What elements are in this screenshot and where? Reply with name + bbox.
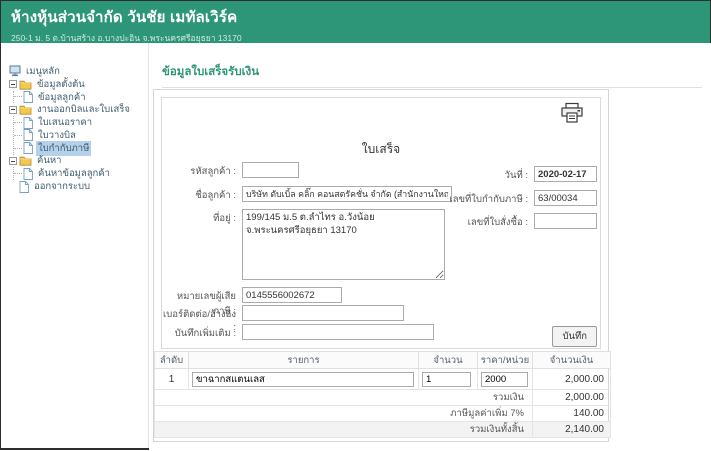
sidebar-item-label: ออกจากระบบ: [32, 179, 92, 194]
grand-total-label: รวมเงินทั้งสิ้น: [155, 422, 533, 438]
sidebar-item-tax-invoice[interactable]: ใบกำกับภาษี: [14, 142, 146, 155]
vat-value: 140.00: [533, 406, 611, 422]
col-header-qty: จำนวน: [419, 352, 478, 369]
note-input[interactable]: [242, 324, 434, 340]
app-header: ห้างหุ้นส่วนจำกัด วันชัย เมทัลเวิร์ค 250…: [1, 1, 710, 43]
address-label: ที่อยู่ :: [162, 209, 240, 226]
item-description-input[interactable]: [192, 372, 414, 387]
date-label: วันที่ :: [505, 166, 532, 183]
computer-icon: [9, 65, 21, 77]
item-qty-input[interactable]: [422, 372, 471, 387]
item-unit-price-cell: [478, 369, 533, 390]
collapse-icon[interactable]: [9, 80, 17, 88]
page-icon: [23, 91, 33, 103]
receipt-panel: ใบเสร็จ รหัสลูกค้า : ชื่อลูกค้า : ที่อยู…: [153, 89, 609, 442]
field-tax-invoice-no: เลขที่ใบกำกับภาษี :: [449, 190, 597, 207]
print-button[interactable]: [560, 102, 584, 127]
form-title: ใบเสร็จ: [162, 140, 600, 159]
customer-name-label: ชื่อลูกค้า :: [162, 186, 240, 203]
page-icon: [23, 142, 33, 154]
po-no-label: เลขที่ใบสั่งซื้อ :: [468, 213, 532, 230]
collapse-icon[interactable]: [9, 106, 17, 114]
page-title: ข้อมูลใบเสร็จรับเงิน: [162, 63, 702, 88]
item-description-cell: [189, 369, 419, 390]
col-header-description: รายการ: [189, 352, 419, 369]
field-customer-code: รหัสลูกค้า :: [162, 162, 299, 179]
sidebar-tree: เมนูหลัก ข้อมูลตั้งต้น ข้อมูลลูกค้า งานอ…: [1, 43, 149, 448]
col-header-unit-price: ราคา/หน่วย: [478, 352, 533, 369]
table-row: 1 2,000.00: [155, 369, 611, 390]
company-name: ห้างหุ้นส่วนจำกัด วันชัย เมทัลเวิร์ค: [11, 5, 700, 29]
customer-code-label: รหัสลูกค้า :: [162, 162, 240, 179]
sidebar-item-logout[interactable]: ออกจากระบบ: [19, 180, 146, 193]
tax-invoice-no-input[interactable]: [534, 190, 597, 206]
vat-label: ภาษีมูลค่าเพิ่ม 7%: [155, 406, 533, 422]
field-date: วันที่ :: [505, 166, 597, 183]
main-content: ข้อมูลใบเสร็จรับเงิน ใบเสร็จ รหัสลูกค้า …: [149, 43, 711, 451]
note-label: บันทึกเพิ่มเติม :: [162, 324, 240, 341]
receipt-form: ใบเสร็จ รหัสลูกค้า : ชื่อลูกค้า : ที่อยู…: [161, 97, 601, 349]
subtotal-label: รวมเงิน: [155, 390, 533, 406]
tax-id-input[interactable]: [242, 287, 342, 303]
field-customer-name: ชื่อลูกค้า :: [162, 186, 452, 203]
customer-name-input[interactable]: [242, 186, 452, 202]
item-amount: 2,000.00: [533, 369, 611, 390]
subtotal-value: 2,000.00: [533, 390, 611, 406]
folder-icon: [19, 79, 32, 90]
date-input[interactable]: [534, 166, 597, 182]
field-address: ที่อยู่ : 199/145 ม.5 ต.ลำไทร อ.วังน้อย …: [162, 209, 445, 280]
collapse-icon[interactable]: [9, 157, 17, 165]
page-icon: [19, 181, 29, 193]
folder-icon: [19, 104, 32, 115]
item-qty-cell: [419, 369, 478, 390]
page-icon: [23, 117, 33, 129]
app-window: { "colors": { "header_bg": "#2e9678", "t…: [0, 0, 711, 450]
field-po-no: เลขที่ใบสั่งซื้อ :: [468, 213, 597, 230]
printer-icon: [560, 102, 584, 124]
po-no-input[interactable]: [534, 213, 597, 229]
col-header-no: ลำดับ: [155, 352, 189, 369]
vat-row: ภาษีมูลค่าเพิ่ม 7% 140.00: [155, 406, 611, 422]
grand-total-value: 2,140.00: [533, 422, 611, 438]
subtotal-row: รวมเงิน 2,000.00: [155, 390, 611, 406]
tree-branch: ใบเสนอราคา ใบวางบิล ใบกำกับภาษี: [13, 116, 146, 154]
field-note: บันทึกเพิ่มเติม :: [162, 324, 434, 341]
customer-code-input[interactable]: [242, 162, 299, 178]
table-header-row: ลำดับ รายการ จำนวน ราคา/หน่วย จำนวนเงิน: [155, 352, 611, 369]
contact-input[interactable]: [242, 305, 404, 321]
item-unit-price-input[interactable]: [481, 372, 528, 387]
item-no: 1: [155, 369, 189, 390]
grand-total-row: รวมเงินทั้งสิ้น 2,140.00: [155, 422, 611, 438]
page-icon: [23, 168, 33, 180]
save-button[interactable]: บันทึก: [552, 326, 597, 347]
col-header-amount: จำนวนเงิน: [533, 352, 611, 369]
address-textarea[interactable]: 199/145 ม.5 ต.ลำไทร อ.วังน้อย จ.พระนครศร…: [242, 209, 445, 280]
sidebar-item-quotation[interactable]: ใบเสนอราคา: [14, 116, 146, 129]
tax-invoice-no-label: เลขที่ใบกำกับภาษี :: [449, 190, 532, 207]
items-table: ลำดับ รายการ จำนวน ราคา/หน่วย จำนวนเงิน …: [154, 351, 611, 438]
folder-icon: [19, 155, 32, 166]
page-icon: [23, 129, 33, 141]
